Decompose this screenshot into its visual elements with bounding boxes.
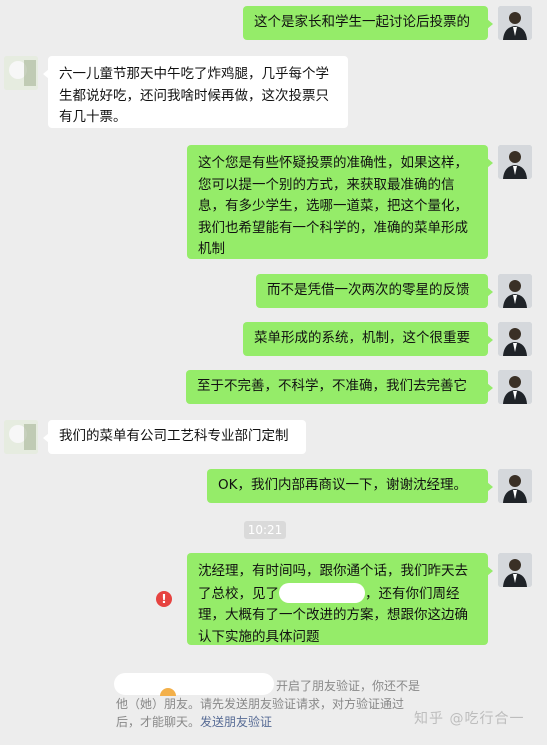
message-text: 菜单形成的系统，机制，这个很重要 <box>254 330 470 346</box>
message-text: 这个是家长和学生一起讨论后投票的 <box>254 14 470 30</box>
watermark: 知乎 @吃行合一 <box>414 711 525 727</box>
avatar[interactable] <box>498 274 532 308</box>
avatar[interactable] <box>498 322 532 356</box>
message-text: 这个您是有些怀疑投票的准确性，如果这样，您可以提一个别的方式，来获取最准确的信息… <box>198 155 468 257</box>
message-bubble-right[interactable]: 至于不完善，不科学，不准确，我们去完善它 <box>186 370 493 404</box>
message-bubble-right[interactable]: 这个您是有些怀疑投票的准确性，如果这样，您可以提一个别的方式，来获取最准确的信息… <box>187 145 493 259</box>
avatar[interactable] <box>4 56 38 90</box>
message-text: OK，我们内部再商议一下，谢谢沈经理。 <box>218 477 467 493</box>
redaction-mask <box>279 582 365 603</box>
message-text: 而不是凭借一次两次的零星的反馈 <box>267 282 470 298</box>
avatar[interactable] <box>498 6 532 40</box>
message-text: 六一儿童节那天中午吃了炸鸡腿，几乎每个学生都说好吃，还问我啥时候再做，这次投票只… <box>59 66 329 125</box>
message-bubble-right[interactable]: 菜单形成的系统，机制，这个很重要 <box>243 322 493 356</box>
message-bubble-right[interactable]: 而不是凭借一次两次的零星的反馈 <box>256 274 493 308</box>
message-text: 至于不完善，不科学，不准确，我们去完善它 <box>197 378 467 394</box>
message-bubble-left[interactable]: 我们的菜单有公司工艺科专业部门定制 <box>43 420 306 454</box>
avatar[interactable] <box>498 553 532 587</box>
message-bubble-left[interactable]: 六一儿童节那天中午吃了炸鸡腿，几乎每个学生都说好吃，还问我啥时候再做，这次投票只… <box>43 56 348 128</box>
avatar[interactable] <box>498 469 532 503</box>
message-text: 我们的菜单有公司工艺科专业部门定制 <box>59 428 289 444</box>
message-bubble-right[interactable]: 沈经理，有时间吗，跟你通个话，我们昨天去了总校，见了 ，还有你们周经理，大概有了一… <box>187 553 493 645</box>
avatar[interactable] <box>498 145 532 179</box>
send-failed-icon[interactable]: ! <box>156 591 172 607</box>
avatar[interactable] <box>498 370 532 404</box>
redaction-mask <box>114 673 274 695</box>
avatar[interactable] <box>4 420 38 454</box>
message-bubble-right[interactable]: 这个是家长和学生一起讨论后投票的 <box>243 6 493 40</box>
message-bubble-right[interactable]: OK，我们内部再商议一下，谢谢沈经理。 <box>207 469 493 503</box>
send-verification-link[interactable]: 发送朋友验证 <box>200 715 272 729</box>
timestamp: 10:21 <box>244 521 286 539</box>
